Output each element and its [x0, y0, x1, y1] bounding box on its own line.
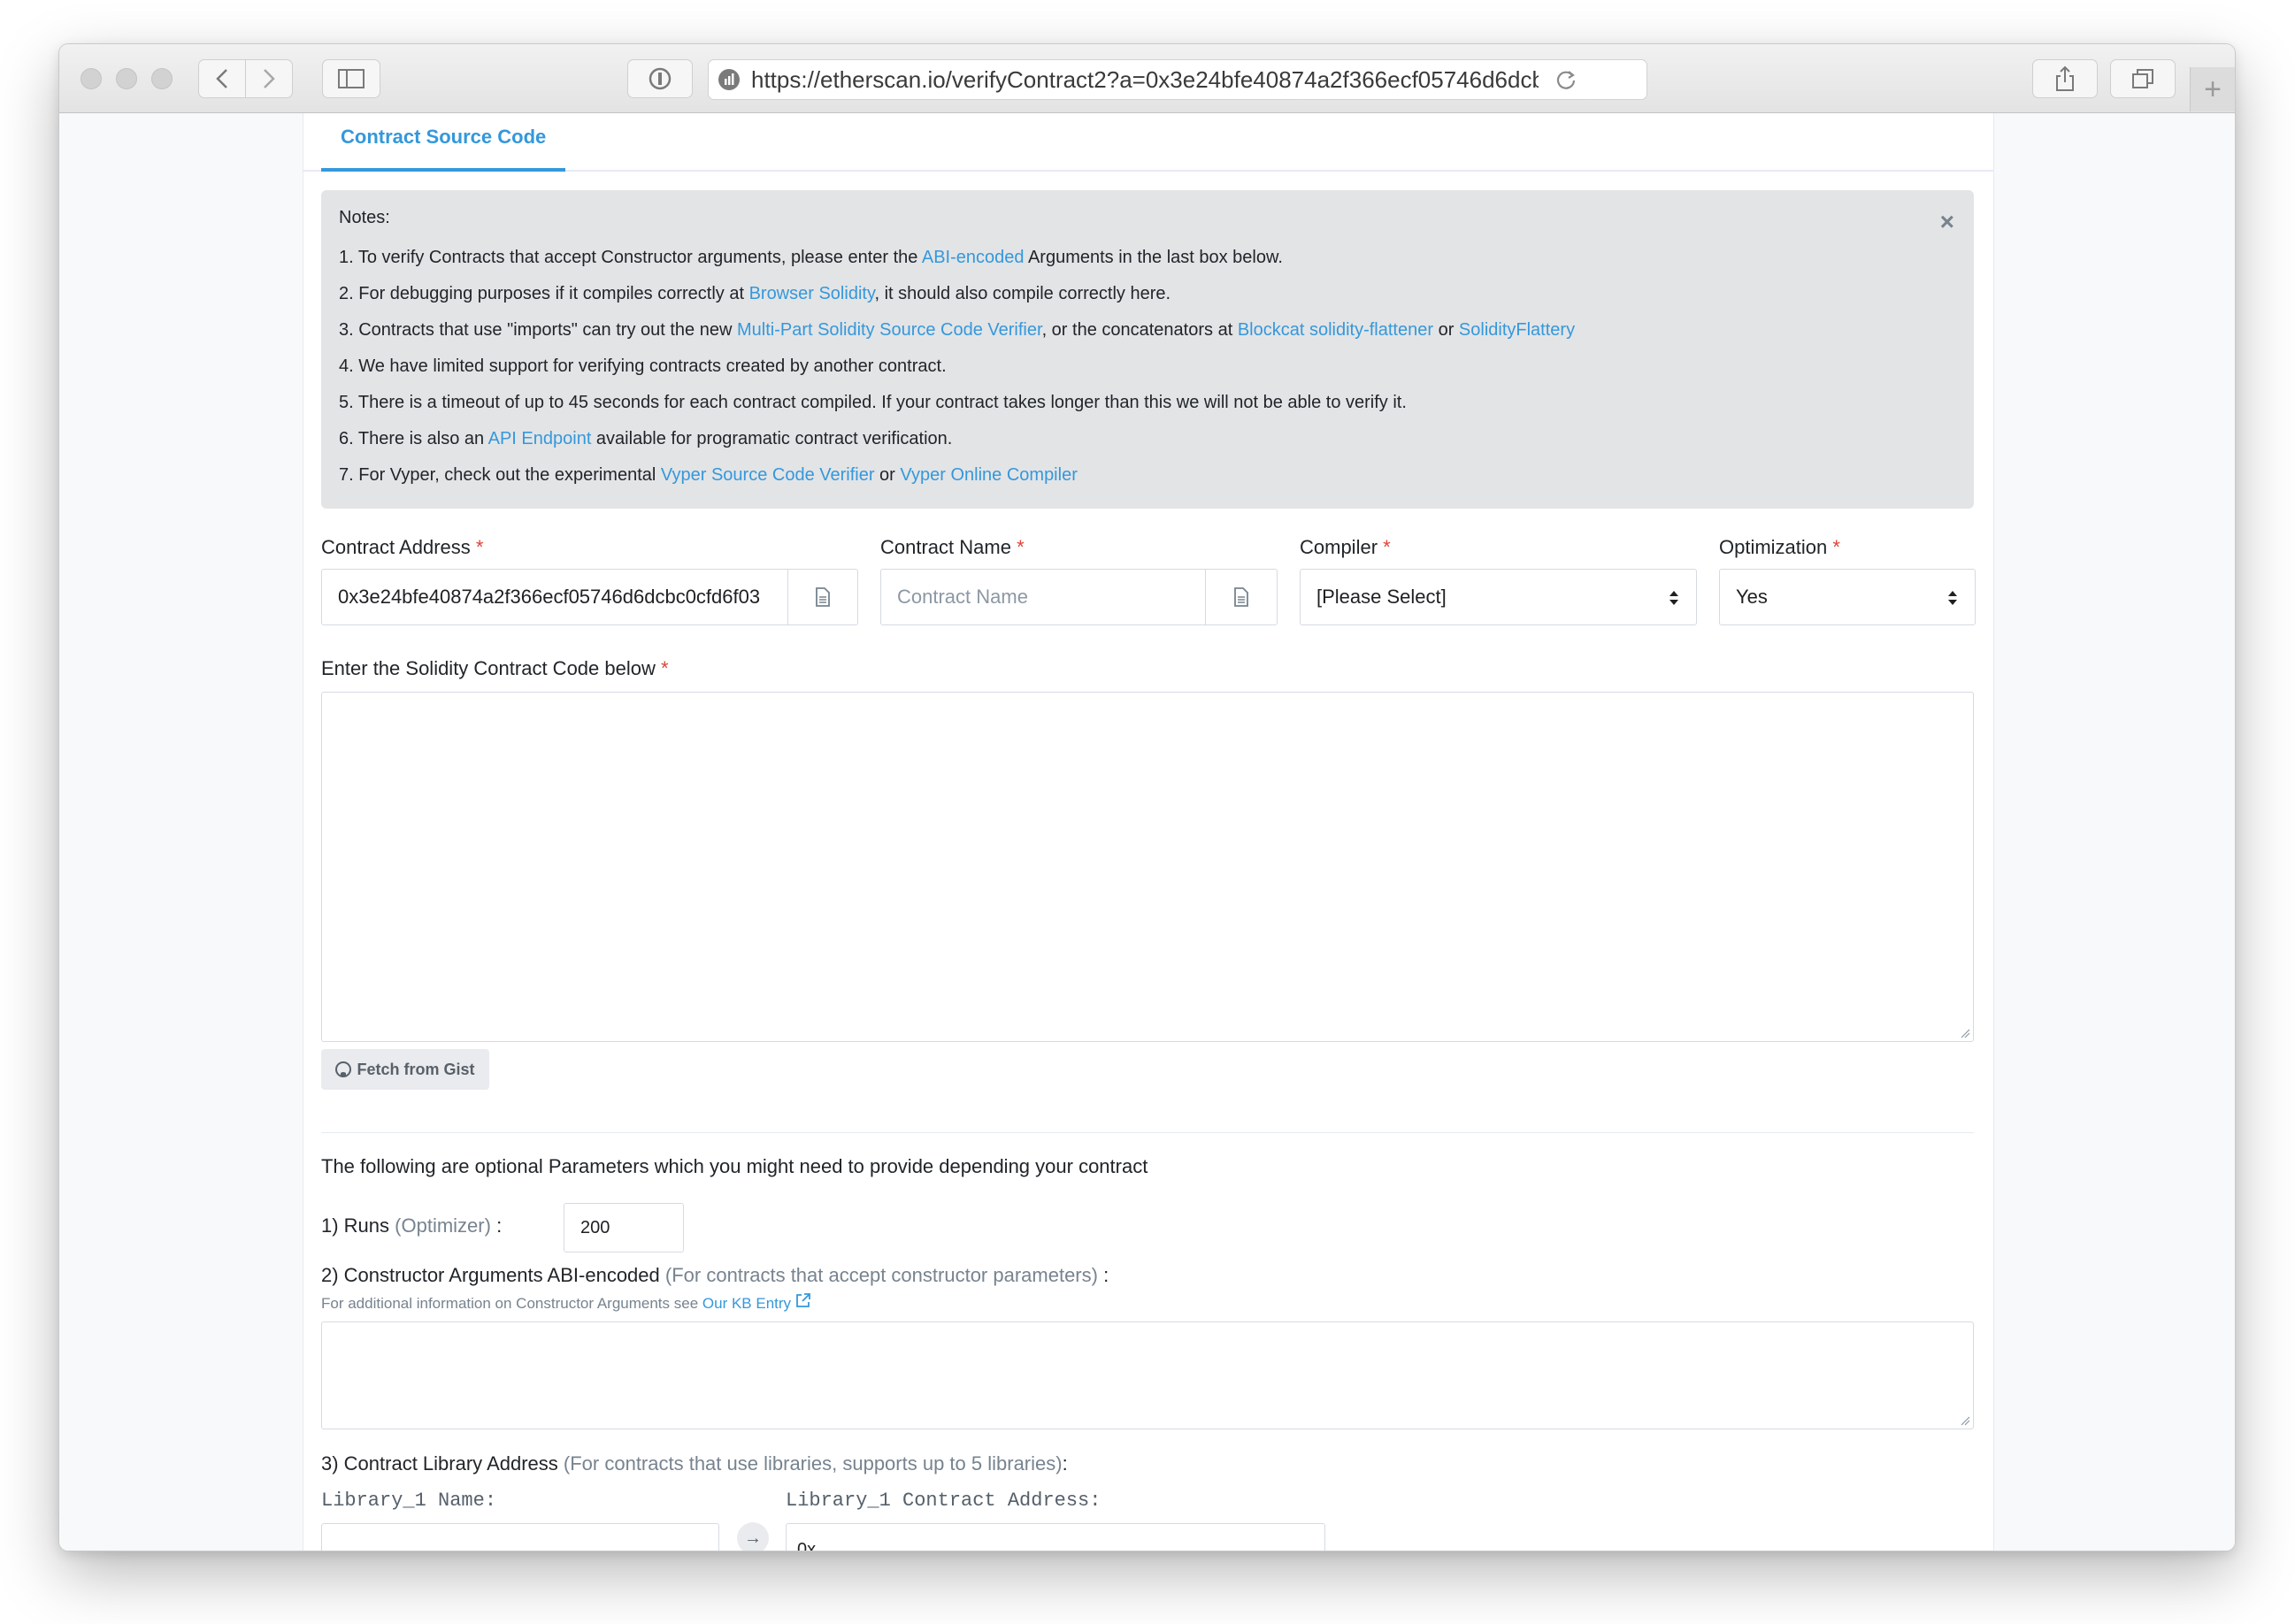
library-1-address-input[interactable]: 0x — [786, 1523, 1325, 1551]
address-bar[interactable]: https://etherscan.io/verifyContract2?a=0… — [708, 59, 1647, 100]
multi-part-verifier-link[interactable]: Multi-Part Solidity Source Code Verifier — [737, 320, 1042, 340]
blockcat-flattener-link[interactable]: Blockcat solidity-flattener — [1238, 320, 1433, 340]
library-address-label: 3) Contract Library Address (For contrac… — [321, 1452, 1068, 1475]
close-window-button[interactable] — [81, 68, 102, 89]
zoom-window-button[interactable] — [151, 68, 173, 89]
library-1-name-input[interactable] — [321, 1523, 719, 1551]
note-item-1: 1. To verify Contracts that accept Const… — [339, 248, 1283, 267]
arrow-right-icon: → — [737, 1522, 769, 1551]
notes-heading: Notes: — [339, 208, 390, 227]
note-item-7: 7. For Vyper, check out the experimental… — [339, 465, 1078, 485]
kb-entry-link[interactable]: Our KB Entry — [702, 1293, 811, 1312]
tab-contract-source-code[interactable]: Contract Source Code — [321, 122, 566, 172]
runs-label: 1) Runs (Optimizer) : — [321, 1214, 503, 1237]
sidebar-icon — [338, 69, 365, 88]
note-item-3: 3. Contracts that use "imports" can try … — [339, 320, 1576, 340]
browser-solidity-link[interactable]: Browser Solidity — [749, 284, 875, 303]
notes-alert: × Notes: 1. To verify Contracts that acc… — [321, 190, 1974, 509]
vyper-compiler-link[interactable]: Vyper Online Compiler — [900, 465, 1077, 485]
note-item-5: 5. There is a timeout of up to 45 second… — [339, 393, 1407, 412]
page-content: Contract Source Code × Notes: 1. To veri… — [59, 113, 2235, 1551]
abi-encoded-link[interactable]: ABI-encoded — [922, 248, 1025, 267]
forward-button[interactable] — [245, 59, 293, 98]
browser-toolbar: https://etherscan.io/verifyContract2?a=0… — [59, 44, 2235, 113]
source-code-textarea[interactable] — [321, 692, 1974, 1042]
verify-contract-card: Contract Source Code × Notes: 1. To veri… — [303, 113, 1994, 1551]
constructor-args-info: For additional information on Constructo… — [321, 1292, 811, 1313]
tab-overview-button[interactable] — [2110, 59, 2176, 98]
close-icon[interactable]: × — [1940, 208, 1954, 236]
constructor-args-textarea[interactable] — [321, 1321, 1974, 1429]
compiler-select[interactable]: [Please Select] — [1300, 569, 1697, 625]
chevron-right-icon — [264, 69, 275, 88]
github-icon — [335, 1061, 352, 1077]
vyper-verifier-link[interactable]: Vyper Source Code Verifier — [661, 465, 875, 485]
plus-icon: + — [2204, 72, 2222, 106]
note-item-6: 6. There is also an API Endpoint availab… — [339, 429, 953, 448]
note-item-2: 2. For debugging purposes if it compiles… — [339, 284, 1171, 303]
external-link-icon — [795, 1293, 810, 1307]
resize-handle-icon[interactable] — [1960, 1415, 1970, 1426]
select-caret-icon — [1669, 591, 1678, 605]
document-icon — [1234, 587, 1248, 607]
share-icon — [2056, 65, 2074, 91]
share-button[interactable] — [2032, 59, 2098, 98]
solidity-flattery-link[interactable]: SolidityFlattery — [1459, 320, 1575, 340]
library-1-name-label: Library_1 Name: — [321, 1490, 497, 1512]
password-manager-button[interactable] — [627, 59, 693, 98]
sidebar-toggle-button[interactable] — [322, 59, 380, 98]
chevron-left-icon — [216, 69, 227, 88]
optimization-label: Optimization * — [1719, 536, 1840, 558]
runs-input[interactable]: 200 — [564, 1203, 684, 1252]
tabs-icon — [2132, 69, 2153, 88]
source-code-label: Enter the Solidity Contract Code below * — [321, 657, 669, 679]
contract-name-label: Contract Name * — [880, 536, 1025, 558]
new-tab-button[interactable]: + — [2190, 67, 2235, 111]
name-paste-button[interactable] — [1205, 569, 1278, 625]
note-item-4: 4. We have limited support for verifying… — [339, 356, 947, 376]
contract-address-input[interactable]: 0x3e24bfe40874a2f366ecf05746d6dcbc0cfd6f… — [321, 569, 788, 625]
document-icon — [816, 587, 830, 607]
back-button[interactable] — [198, 59, 246, 98]
reload-icon[interactable] — [1554, 68, 1577, 91]
tab-bar: Contract Source Code — [303, 113, 1993, 172]
browser-window: https://etherscan.io/verifyContract2?a=0… — [59, 44, 2235, 1551]
url-text: https://etherscan.io/verifyContract2?a=0… — [751, 65, 1539, 93]
library-1-address-label: Library_1 Contract Address: — [786, 1490, 1101, 1512]
resize-handle-icon[interactable] — [1960, 1028, 1970, 1038]
fetch-from-gist-button[interactable]: Fetch from Gist — [321, 1049, 489, 1090]
compiler-label: Compiler * — [1300, 536, 1391, 558]
address-paste-button[interactable] — [787, 569, 858, 625]
select-caret-icon — [1948, 591, 1957, 605]
optimization-select[interactable]: Yes — [1719, 569, 1976, 625]
minimize-window-button[interactable] — [116, 68, 137, 89]
contract-address-label: Contract Address * — [321, 536, 484, 558]
shield-icon — [649, 67, 672, 90]
constructor-args-label: 2) Constructor Arguments ABI-encoded (Fo… — [321, 1264, 1109, 1286]
contract-name-input[interactable]: Contract Name — [880, 569, 1206, 625]
api-endpoint-link[interactable]: API Endpoint — [488, 429, 592, 448]
site-favicon-icon — [718, 69, 740, 90]
section-divider — [321, 1132, 1974, 1133]
optional-params-intro: The following are optional Parameters wh… — [321, 1155, 1148, 1177]
